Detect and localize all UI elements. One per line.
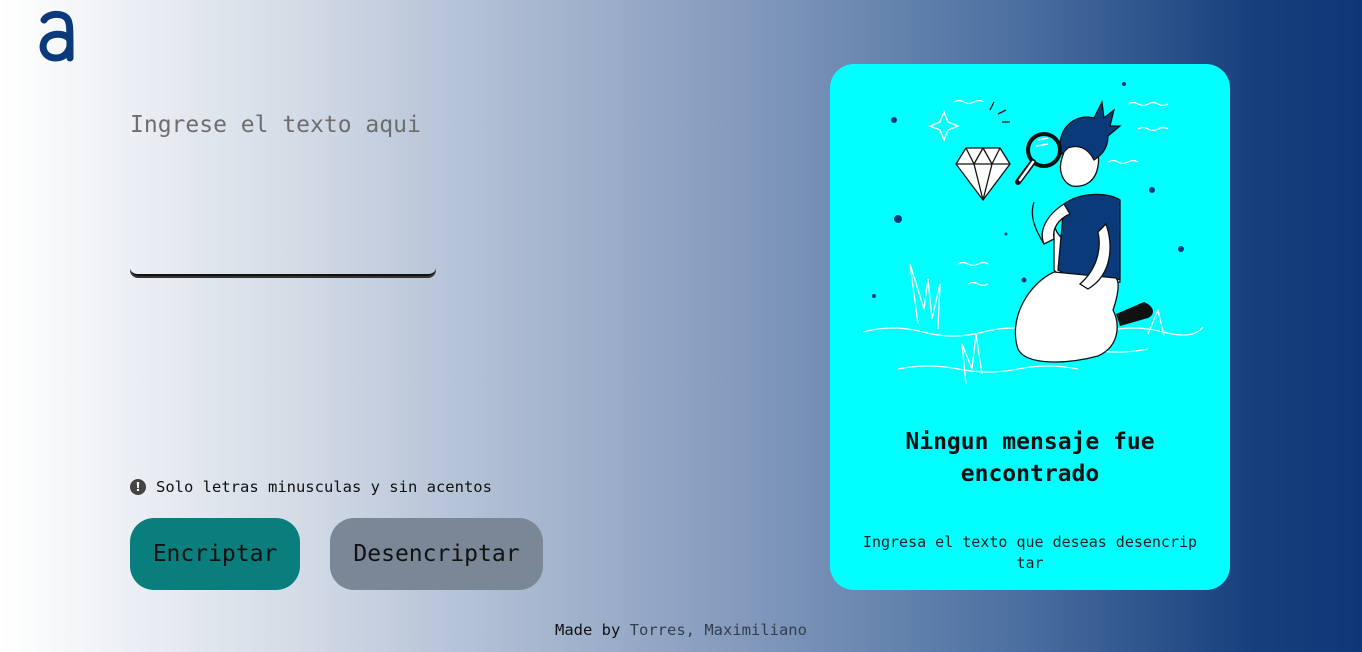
text-input[interactable] [130,112,436,276]
input-notice: ! Solo letras minusculas y sin acentos [130,478,492,496]
footer: Made by Torres, Maximiliano [0,621,1362,639]
notice-text: Solo letras minusculas y sin acentos [156,478,492,496]
result-card: Ningun mensaje fue encontrado Ingresa el… [830,64,1230,590]
footer-prefix: Made by [555,621,621,639]
result-subtitle: Ingresa el texto que deseas desencriptar [862,533,1198,572]
result-title: Ningun mensaje fue encontrado [905,429,1155,487]
person-magnifying-glass-diamond-illustration [862,82,1204,385]
footer-author: Torres, Maximiliano [629,621,807,639]
exclamation-circle-icon: ! [130,479,146,495]
encrypt-button[interactable]: Encriptar [130,518,300,590]
decrypt-button[interactable]: Desencriptar [330,518,543,590]
alura-logo-icon[interactable] [38,8,78,64]
